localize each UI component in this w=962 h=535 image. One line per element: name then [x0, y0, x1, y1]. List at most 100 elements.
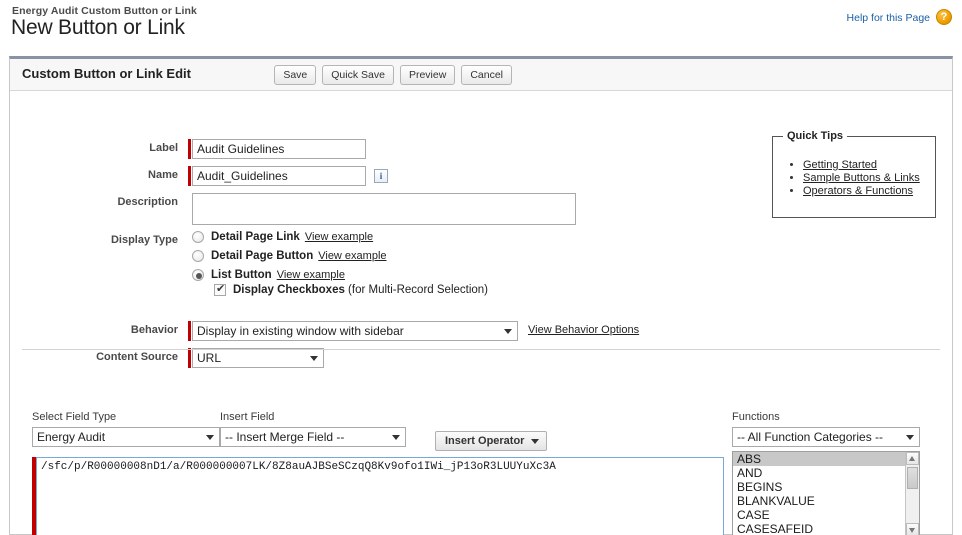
- required-indicator-name: [188, 166, 191, 186]
- label-row: Label: [10, 139, 366, 159]
- section-divider: [22, 349, 940, 350]
- behavior-select[interactable]: Display in existing window with sidebar: [192, 321, 518, 341]
- quick-tip-link-getting-started[interactable]: Getting Started: [803, 159, 877, 171]
- list-item: Sample Buttons & Links: [803, 172, 935, 184]
- chevron-down-icon-field-type: [206, 435, 214, 440]
- list-item[interactable]: ABS: [733, 452, 919, 466]
- chevron-down-icon-behavior: [504, 329, 512, 334]
- functions-listbox[interactable]: ABS AND BEGINS BLANKVALUE CASE CASESAFEI…: [732, 451, 920, 535]
- display-type-label: Display Type: [110, 234, 178, 246]
- select-field-type-group: Select Field Type Energy Audit: [32, 411, 220, 447]
- display-type-row: Display Type Detail Page Link View examp…: [10, 231, 488, 296]
- behavior-row: Behavior Display in existing window with…: [10, 321, 639, 341]
- quick-tips-legend: Quick Tips: [783, 130, 848, 142]
- functions-group: Functions -- All Function Categories -- …: [732, 411, 920, 535]
- panel-action-buttons: Save Quick Save Preview Cancel: [274, 65, 512, 85]
- list-item[interactable]: CASE: [733, 508, 919, 522]
- functions-scrollbar[interactable]: [905, 452, 919, 535]
- chevron-down-icon-insert-field: [392, 435, 400, 440]
- description-field-label: Description: [117, 196, 178, 208]
- insert-merge-field-value: -- Insert Merge Field --: [225, 430, 345, 444]
- scroll-up-arrow-icon[interactable]: [906, 452, 919, 465]
- name-field-wrap: [188, 166, 366, 186]
- name-input[interactable]: [192, 166, 366, 186]
- scroll-down-arrow-icon[interactable]: [906, 523, 919, 535]
- display-checkboxes-checkbox[interactable]: [214, 283, 226, 296]
- select-field-type-label: Select Field Type: [32, 411, 117, 423]
- chevron-down-icon-content-source: [310, 356, 318, 361]
- help-for-this-page-link[interactable]: Help for this Page: [847, 12, 930, 24]
- radio-circle-list-button[interactable]: [192, 269, 204, 281]
- radio-detail-page-link[interactable]: Detail Page Link View example: [192, 231, 488, 243]
- display-type-options: Detail Page Link View example Detail Pag…: [192, 231, 488, 296]
- radio-label-detail-page-button: Detail Page Button: [211, 250, 314, 262]
- radio-label-list-button: List Button: [211, 269, 272, 281]
- label-input[interactable]: [192, 139, 366, 159]
- display-checkboxes-row[interactable]: Display Checkboxes (for Multi-Record Sel…: [214, 283, 488, 296]
- radio-detail-page-button[interactable]: Detail Page Button View example: [192, 250, 488, 262]
- chevron-down-icon-function-category: [906, 435, 914, 440]
- label-field-label: Label: [149, 142, 178, 154]
- display-checkboxes-label: Display Checkboxes (for Multi-Record Sel…: [233, 284, 488, 296]
- description-field-wrap: [188, 193, 576, 225]
- radio-circle-detail-page-button[interactable]: [192, 250, 204, 262]
- insert-operator-button[interactable]: Insert Operator: [435, 431, 548, 451]
- formula-textarea[interactable]: /sfc/p/R00000008nD1/a/R000000007LK/8Z8au…: [36, 457, 724, 535]
- required-indicator-behavior: [188, 321, 191, 341]
- behavior-label: Behavior: [130, 324, 178, 336]
- list-item[interactable]: BLANKVALUE: [733, 494, 919, 508]
- list-item[interactable]: BEGINS: [733, 480, 919, 494]
- content-source-field-wrap: URL: [188, 348, 324, 368]
- content-source-select-value: URL: [197, 351, 222, 365]
- formula-input-wrap: /sfc/p/R00000008nD1/a/R000000007LK/8Z8au…: [32, 457, 724, 535]
- radio-circle-detail-page-link[interactable]: [192, 231, 204, 243]
- function-category-value: -- All Function Categories --: [737, 430, 884, 444]
- preview-button[interactable]: Preview: [399, 65, 456, 85]
- content-source-row: Content Source URL: [10, 348, 324, 368]
- content-source-select[interactable]: URL: [192, 348, 324, 368]
- save-button[interactable]: Save: [274, 65, 317, 85]
- select-field-type-value: Energy Audit: [37, 430, 106, 444]
- description-textarea[interactable]: [192, 193, 576, 225]
- display-checkboxes-label-bold: Display Checkboxes: [233, 284, 345, 296]
- quick-tips-list: Getting Started Sample Buttons & Links O…: [773, 137, 935, 197]
- view-example-link-detail-page-link[interactable]: View example: [305, 231, 373, 243]
- list-item[interactable]: AND: [733, 466, 919, 480]
- insert-operator-label: Insert Operator: [445, 435, 525, 447]
- behavior-select-value: Display in existing window with sidebar: [197, 324, 404, 338]
- panel-title: Custom Button or Link Edit: [22, 66, 191, 81]
- list-item[interactable]: CASESAFEID: [733, 522, 919, 535]
- scrollbar-thumb[interactable]: [907, 467, 918, 489]
- content-source-label: Content Source: [96, 351, 178, 363]
- form-area: Label Name i Description: [10, 91, 952, 371]
- chevron-down-icon-insert-operator: [531, 439, 540, 444]
- function-category-dropdown[interactable]: -- All Function Categories --: [732, 427, 920, 447]
- help-icon[interactable]: ?: [936, 9, 952, 25]
- description-row: Description: [10, 193, 576, 225]
- quick-tip-link-operators-functions[interactable]: Operators & Functions: [803, 185, 913, 197]
- cancel-button[interactable]: Cancel: [461, 65, 512, 85]
- quick-tips-box: Quick Tips Getting Started Sample Button…: [772, 130, 936, 218]
- page-title: New Button or Link: [11, 16, 185, 39]
- page-root: Energy Audit Custom Button or Link New B…: [0, 0, 962, 535]
- view-behavior-options-link[interactable]: View Behavior Options: [528, 321, 639, 336]
- radio-list-button[interactable]: List Button View example: [192, 269, 488, 281]
- insert-merge-field-dropdown[interactable]: -- Insert Merge Field --: [220, 427, 406, 447]
- name-row: Name i: [10, 166, 388, 186]
- insert-field-group: Insert Field -- Insert Merge Field --: [220, 411, 406, 447]
- quick-save-button[interactable]: Quick Save: [322, 65, 394, 85]
- custom-button-edit-panel: Custom Button or Link Edit Save Quick Sa…: [9, 56, 953, 535]
- behavior-field-wrap: Display in existing window with sidebar: [188, 321, 518, 341]
- info-icon[interactable]: i: [374, 169, 388, 183]
- panel-header: Custom Button or Link Edit Save Quick Sa…: [10, 59, 952, 91]
- list-item: Getting Started: [803, 159, 935, 171]
- insert-operator-group: Insert Operator: [435, 431, 548, 451]
- insert-field-label: Insert Field: [220, 411, 275, 423]
- view-example-link-list-button[interactable]: View example: [277, 269, 345, 281]
- select-field-type-dropdown[interactable]: Energy Audit: [32, 427, 220, 447]
- required-indicator-content-source: [188, 348, 191, 368]
- display-checkboxes-label-rest: (for Multi-Record Selection): [344, 284, 489, 296]
- list-item: Operators & Functions: [803, 185, 935, 197]
- quick-tip-link-sample-buttons[interactable]: Sample Buttons & Links: [803, 172, 920, 184]
- view-example-link-detail-page-button[interactable]: View example: [318, 250, 386, 262]
